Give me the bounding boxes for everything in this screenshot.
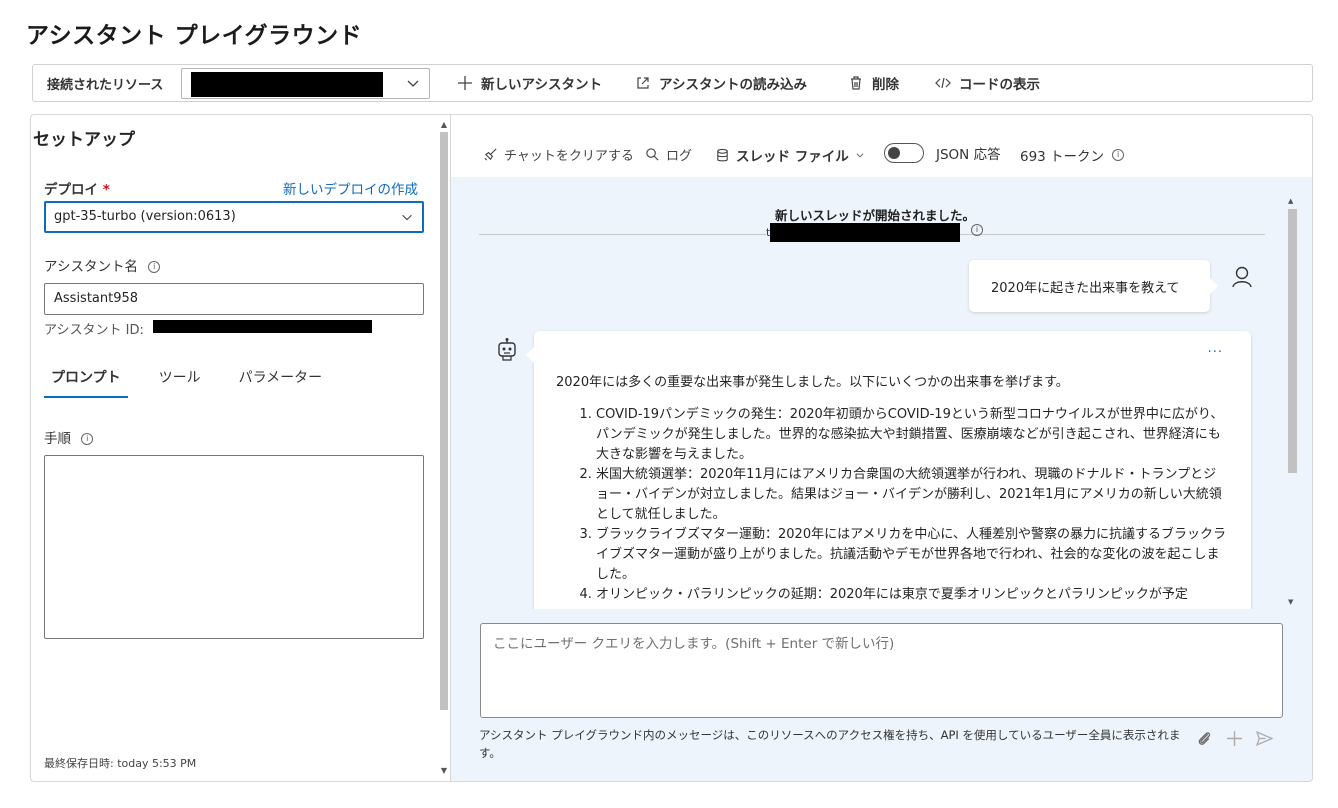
add-icon[interactable] (1226, 730, 1243, 747)
redacted-resource-name (191, 72, 383, 97)
instructions-label: 手順 i (44, 427, 94, 447)
assistant-id-label: アシスタント ID: (44, 323, 144, 338)
resource-label: 接続されたリソース (47, 77, 164, 93)
json-response-label: JSON 応答 (936, 147, 1001, 163)
instructions-textarea[interactable] (44, 455, 424, 639)
database-icon (717, 148, 728, 161)
code-icon (935, 77, 951, 89)
scroll-up-arrow-icon[interactable]: ▲ (440, 120, 448, 129)
logs-label: ログ (666, 149, 693, 164)
list-item: オリンピック・パラリンピックの延期：2020年には東京で夏季オリンピックとパラリ… (596, 585, 1229, 605)
setup-scrollbar[interactable]: ▲ ▼ (437, 118, 451, 778)
assistant-name-label-text: アシスタント名 (44, 259, 138, 275)
chat-scrollbar[interactable]: ▲ ▼ (1286, 195, 1298, 609)
setup-tabs: プロンプト ツール パラメーター (44, 365, 329, 398)
scrollbar-thumb[interactable] (1288, 209, 1297, 473)
setup-title: セットアップ (33, 130, 135, 150)
list-item: 米国大統領選挙：2020年11月にはアメリカ合衆国の大統領選挙が行われ、現職のド… (596, 465, 1229, 525)
scrollbar-thumb[interactable] (440, 132, 448, 710)
clear-chat-button[interactable]: チャットをクリアする (483, 145, 634, 164)
load-assistant-label: アシスタントの読み込み (659, 77, 807, 93)
top-toolbar: 接続されたリソース 新しいアシスタント アシスタントの読み込み 削除 コードの表… (32, 64, 1313, 102)
deploy-label-text: デプロイ (44, 182, 98, 198)
thread-started-notice: 新しいスレッドが開始されました。 (774, 208, 975, 223)
chat-panel: チャットをクリアする ログ スレッド ファイル JSON 応答 693 トークン… (451, 114, 1313, 782)
view-code-label: コードの表示 (959, 77, 1040, 93)
assistant-name-input[interactable]: Assistant958 (44, 283, 424, 315)
assistant-message-intro: 2020年には多くの重要な出来事が発生しました。以下にいくつかの出来事を挙げます… (556, 375, 1069, 390)
toggle-knob (888, 147, 900, 159)
scroll-up-arrow-icon[interactable]: ▲ (1288, 197, 1293, 205)
bot-avatar-icon (498, 338, 516, 361)
assistant-message-list: COVID-19パンデミックの発生：2020年初頭からCOVID-19という新型… (556, 405, 1229, 605)
deploy-value: gpt-35-turbo (version:0613) (54, 209, 236, 224)
scroll-down-arrow-icon[interactable]: ▼ (1288, 598, 1293, 606)
plus-icon (458, 76, 472, 90)
view-code-button[interactable]: コードの表示 (935, 73, 1040, 93)
chat-messages: 新しいスレッドが開始されました。 t i 2020年に起きた出来事を教えて ··… (451, 177, 1299, 609)
list-item: COVID-19パンデミックの発生：2020年初頭からCOVID-19という新型… (596, 405, 1229, 465)
last-saved: 最終保存日時: today 5:53 PM (44, 757, 197, 770)
trash-icon (851, 76, 861, 90)
instructions-label-text: 手順 (44, 431, 71, 447)
user-query-input[interactable]: ここにユーザー クエリを入力します。(Shift + Enter で新しい行) (480, 623, 1283, 718)
user-avatar-icon (1232, 266, 1252, 288)
user-message-text: 2020年に起きた出来事を教えて (991, 281, 1180, 296)
redacted-thread-id (770, 223, 960, 242)
new-assistant-label: 新しいアシスタント (481, 77, 602, 93)
thread-files-label: スレッド ファイル (736, 149, 849, 165)
assistant-name-label: アシスタント名 i (44, 255, 161, 275)
more-options-icon[interactable]: ··· (1208, 343, 1223, 363)
info-icon[interactable]: i (971, 224, 983, 236)
required-mark: * (102, 182, 110, 198)
token-count: 693 トークン i (1020, 145, 1125, 165)
chevron-down-icon (856, 153, 864, 158)
delete-label: 削除 (872, 77, 899, 93)
resource-select[interactable] (181, 68, 430, 99)
delete-button[interactable]: 削除 (848, 73, 899, 93)
tab-parameters[interactable]: パラメーター (232, 365, 330, 398)
new-assistant-button[interactable]: 新しいアシスタント (457, 73, 602, 93)
info-icon[interactable]: i (81, 433, 94, 445)
thread-files-dropdown[interactable]: スレッド ファイル (715, 145, 865, 165)
privacy-disclaimer: アシスタント プレイグラウンド内のメッセージは、このリソースへのアクセス権を持ち… (479, 728, 1181, 760)
user-query-placeholder: ここにユーザー クエリを入力します。(Shift + Enter で新しい行) (493, 636, 895, 652)
assistant-message: ··· 2020年には多くの重要な出来事が発生しました。以下にいくつかの出来事を… (526, 331, 1251, 609)
load-assistant-button[interactable]: アシスタントの読み込み (635, 73, 807, 93)
chevron-down-icon (402, 214, 412, 221)
clear-chat-label: チャットをクリアする (504, 149, 634, 164)
attach-icon[interactable] (1196, 730, 1213, 747)
info-icon[interactable]: i (1112, 149, 1125, 161)
chevron-down-icon (407, 80, 419, 87)
deploy-select[interactable]: gpt-35-turbo (version:0613) (44, 201, 424, 233)
new-deploy-link[interactable]: 新しいデプロイの作成 (283, 178, 418, 198)
token-count-label: 693 トークン (1020, 149, 1105, 165)
toggle-switch[interactable] (884, 143, 924, 163)
open-external-icon (637, 77, 649, 89)
logs-button[interactable]: ログ (645, 145, 692, 164)
redacted-assistant-id (153, 320, 372, 333)
tab-tools[interactable]: ツール (152, 365, 208, 398)
search-icon (646, 148, 659, 161)
setup-panel: セットアップ デプロイ * 新しいデプロイの作成 gpt-35-turbo (v… (30, 114, 451, 782)
info-icon[interactable]: i (148, 261, 161, 273)
tab-prompt[interactable]: プロンプト (44, 365, 128, 398)
user-message: 2020年に起きた出来事を教えて (969, 260, 1218, 312)
list-item: ブラックライブズマター運動：2020年にはアメリカを中心に、人種差別や警察の暴力… (596, 525, 1229, 585)
json-response-toggle[interactable]: JSON 応答 (884, 143, 1001, 163)
input-actions (1196, 730, 1273, 747)
deploy-label: デプロイ * (44, 178, 110, 198)
broom-icon (484, 148, 497, 161)
page-title: アシスタント プレイグラウンド (26, 23, 363, 49)
chat-toolbar: チャットをクリアする ログ スレッド ファイル JSON 応答 693 トークン… (451, 115, 1312, 177)
send-icon[interactable] (1256, 730, 1273, 747)
scroll-down-arrow-icon[interactable]: ▼ (440, 766, 448, 775)
